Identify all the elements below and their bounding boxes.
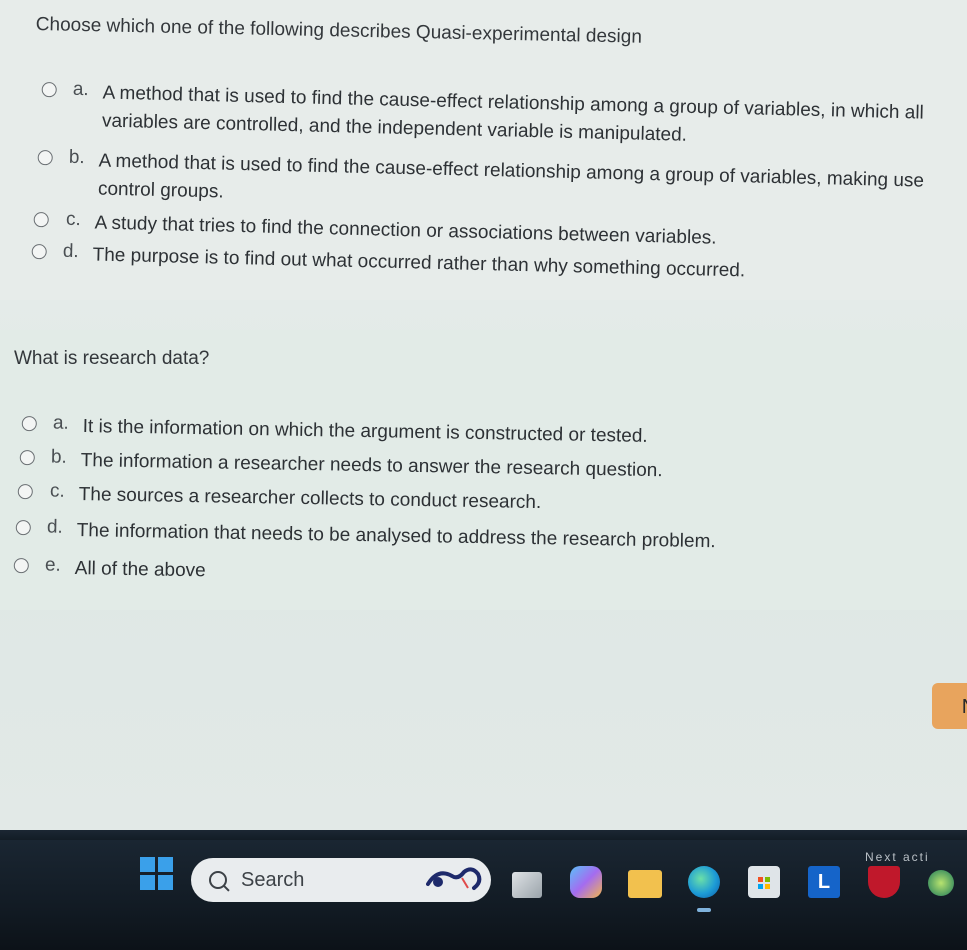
option-letter: a.	[52, 412, 69, 434]
mcafee-icon[interactable]	[868, 866, 900, 898]
option-letter: b.	[68, 146, 85, 169]
radio-button[interactable]	[31, 243, 47, 260]
search-icon	[209, 871, 227, 889]
store-grid-icon	[758, 877, 770, 889]
option-letter: c.	[49, 480, 65, 502]
option-letter: b.	[50, 446, 67, 468]
radio-button[interactable]	[15, 519, 31, 536]
option-q2-e[interactable]: e. All of the above	[13, 554, 206, 585]
radio-button[interactable]	[37, 149, 53, 166]
option-text: All of the above	[74, 558, 206, 582]
option-letter: d.	[62, 240, 79, 263]
radio-button[interactable]	[19, 449, 35, 466]
radio-button[interactable]	[21, 415, 37, 432]
option-text-line: control groups.	[97, 178, 224, 203]
copilot-icon[interactable]	[570, 866, 602, 898]
screen: Choose which one of the following descri…	[0, 0, 967, 950]
option-letter: e.	[44, 554, 61, 576]
windows-start-icon[interactable]	[140, 857, 173, 890]
radio-button[interactable]	[41, 81, 57, 98]
taskbar: Next acti Search L	[0, 840, 967, 950]
taskbar-search[interactable]: Search	[191, 858, 491, 902]
app-icon[interactable]	[928, 870, 954, 896]
active-app-indicator	[697, 908, 711, 912]
microsoft-store-icon[interactable]	[748, 866, 780, 898]
question-2-prompt: What is research data?	[14, 348, 210, 369]
next-activity-notice: Next acti	[865, 850, 930, 864]
quiz-page: Choose which one of the following descri…	[0, 0, 967, 832]
l-app-icon[interactable]: L	[808, 866, 840, 898]
radio-button[interactable]	[17, 483, 33, 500]
option-letter: c.	[65, 208, 81, 231]
option-letter: a.	[72, 78, 89, 101]
task-view-icon[interactable]	[512, 872, 542, 898]
edge-icon[interactable]	[688, 866, 720, 898]
search-highlight-icon	[426, 867, 482, 890]
radio-button[interactable]	[33, 211, 49, 228]
file-explorer-icon[interactable]	[628, 870, 662, 898]
option-letter: d.	[46, 516, 63, 538]
next-button[interactable]: N	[932, 683, 967, 729]
search-label: Search	[241, 868, 305, 891]
radio-button[interactable]	[13, 557, 29, 574]
